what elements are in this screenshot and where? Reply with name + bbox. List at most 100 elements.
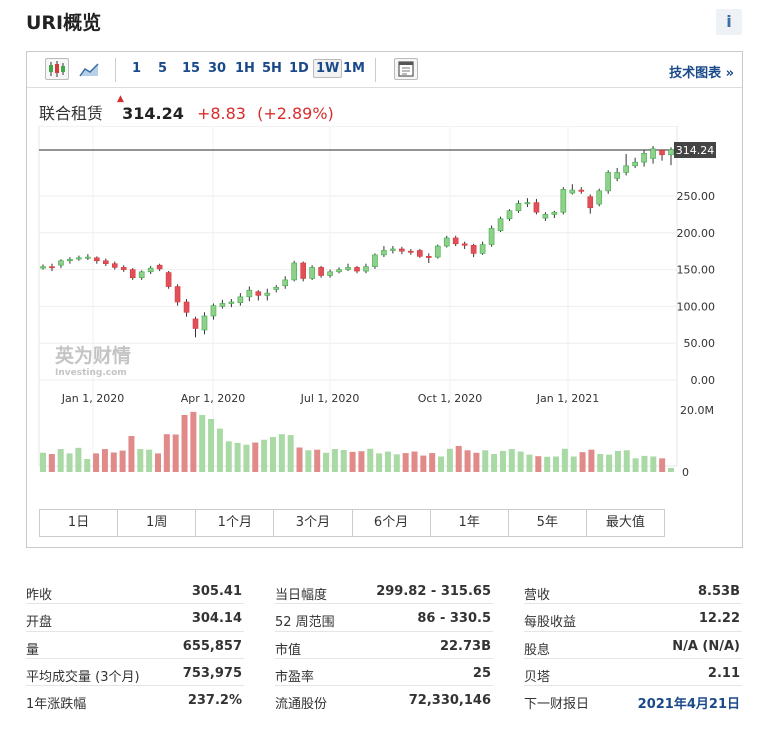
- candle-body: [381, 250, 387, 256]
- range-max-button[interactable]: 最大值: [587, 510, 664, 536]
- interval-15[interactable]: 15: [182, 61, 200, 76]
- stat-value: 2.11: [707, 665, 740, 681]
- candle-body: [273, 286, 280, 290]
- volume-bar: [553, 456, 560, 472]
- volume-bar: [75, 447, 82, 472]
- range-1w-button[interactable]: 1周: [118, 510, 197, 536]
- candle-body: [578, 189, 585, 192]
- range-5y-button[interactable]: 5年: [509, 510, 587, 536]
- interval-1[interactable]: 1: [132, 61, 141, 76]
- candle-body: [40, 266, 46, 269]
- volume-bar: [340, 449, 347, 472]
- candle-body: [103, 260, 109, 265]
- interval-30[interactable]: 30: [208, 61, 226, 76]
- next-earnings-link[interactable]: 2021年4月21日: [638, 693, 740, 712]
- candle-body: [67, 258, 73, 262]
- watermark-text: 英为财情: [55, 344, 131, 367]
- stat-value: N/A (N/A): [672, 638, 740, 654]
- stat-label: 市盈率: [275, 669, 315, 685]
- range-1m-button[interactable]: 1个月: [196, 510, 275, 536]
- chart-toolbar: 1 5 15 30 1H 5H 1D 1W 1M 技术图表 »: [27, 52, 742, 88]
- volume-bars: [40, 411, 674, 472]
- volume-bar: [358, 451, 365, 472]
- volume-bar: [384, 451, 391, 472]
- stat-label: 流通股份: [275, 697, 328, 713]
- volume-bar: [482, 450, 489, 472]
- technical-chart-link[interactable]: 技术图表 »: [669, 62, 734, 81]
- candle-body: [390, 248, 396, 251]
- volume-bar: [163, 434, 170, 472]
- interval-1w[interactable]: 1W: [313, 59, 343, 78]
- interval-5[interactable]: 5: [158, 61, 167, 76]
- area-chart-icon[interactable]: [77, 58, 101, 80]
- candles: [40, 145, 674, 338]
- volume-bar: [243, 444, 250, 472]
- volume-bar: [208, 418, 215, 472]
- candle-body: [425, 256, 432, 258]
- y-tick-label: 150.00: [677, 264, 716, 277]
- y-tick-label: 0.00: [691, 374, 716, 387]
- volume-bar: [623, 450, 630, 472]
- stat-label: 昨收: [26, 588, 53, 603]
- candle-body: [174, 286, 181, 303]
- stats-column-1: 昨收 305.41 开盘 304.14 量 655,857 平均成交量 (3个月) 75…: [26, 577, 244, 713]
- price-up-arrow-icon: ▲: [117, 94, 124, 104]
- info-icon[interactable]: i: [716, 9, 742, 35]
- candle-body: [228, 301, 235, 304]
- volume-bar: [234, 442, 241, 472]
- volume-bar: [464, 450, 471, 472]
- stats-column-3: 营收 8.53B 每股收益 12.22 股息 N/A (N/A) 贝塔 2.11 下一财…: [524, 577, 742, 713]
- candle-body: [120, 267, 127, 270]
- stat-label: 1年涨跌幅: [26, 697, 87, 713]
- volume-bar: [632, 458, 639, 472]
- candle-body: [165, 272, 172, 287]
- chart-panel: 1 5 15 30 1H 5H 1D 1W 1M 技术图表 » 联合租赁 ▲ 3…: [26, 51, 743, 548]
- range-3m-button[interactable]: 3个月: [274, 510, 353, 536]
- stat-beta: 贝塔 2.11: [524, 659, 742, 687]
- candle-body: [94, 257, 100, 262]
- candle-body: [641, 153, 647, 163]
- price-chart[interactable]: 英为财情 Investing.com 250.00 200.00 150.00 100…: [27, 126, 742, 506]
- stat-pe-ratio: 市盈率 25: [275, 659, 493, 687]
- stat-value: 237.2%: [187, 693, 242, 709]
- interval-1h[interactable]: 1H: [235, 61, 255, 76]
- stat-label: 股息: [524, 642, 551, 658]
- candle-body: [632, 161, 638, 167]
- range-1y-button[interactable]: 1年: [431, 510, 509, 536]
- grid: [39, 126, 677, 466]
- stat-value: 25: [472, 665, 491, 681]
- watermark: 英为财情 Investing.com: [55, 344, 131, 378]
- volume-bar: [455, 445, 462, 472]
- candle-body: [255, 291, 262, 296]
- volume-max-label: 20.0M: [680, 404, 714, 417]
- candle-body: [668, 149, 674, 156]
- candle-body: [336, 269, 342, 273]
- stat-eps: 每股收益 12.22: [524, 604, 742, 632]
- stat-value: 655,857: [182, 638, 242, 654]
- stat-52w-range: 52 周范围 86 - 330.5: [275, 604, 493, 632]
- candle-body: [470, 245, 477, 254]
- stat-value: 299.82 - 315.65: [376, 584, 491, 599]
- volume-bar: [110, 452, 117, 472]
- candlestick-chart-icon[interactable]: [45, 58, 69, 80]
- chart-settings-icon[interactable]: [394, 58, 418, 80]
- interval-1m[interactable]: 1M: [343, 61, 365, 76]
- candle-body: [201, 315, 208, 331]
- y-tick-label: 200.00: [677, 227, 716, 240]
- stat-shares-outstanding: 流通股份 72,330,146: [275, 686, 493, 713]
- interval-1d[interactable]: 1D: [289, 61, 309, 76]
- volume-bar: [216, 428, 223, 472]
- interval-5h[interactable]: 5H: [262, 61, 282, 76]
- volume-bar: [535, 456, 542, 472]
- volume-bar: [561, 448, 568, 472]
- candle-body: [264, 292, 271, 296]
- range-1d-button[interactable]: 1日: [40, 510, 119, 536]
- range-6m-button[interactable]: 6个月: [353, 510, 431, 536]
- volume-bar: [305, 450, 312, 472]
- x-tick-label: Oct 1, 2020: [418, 392, 483, 405]
- volume-bar: [119, 450, 126, 472]
- stat-label: 下一财报日: [524, 697, 590, 713]
- candle-body: [210, 305, 217, 317]
- volume-bar: [508, 449, 515, 472]
- candle-body: [192, 318, 199, 329]
